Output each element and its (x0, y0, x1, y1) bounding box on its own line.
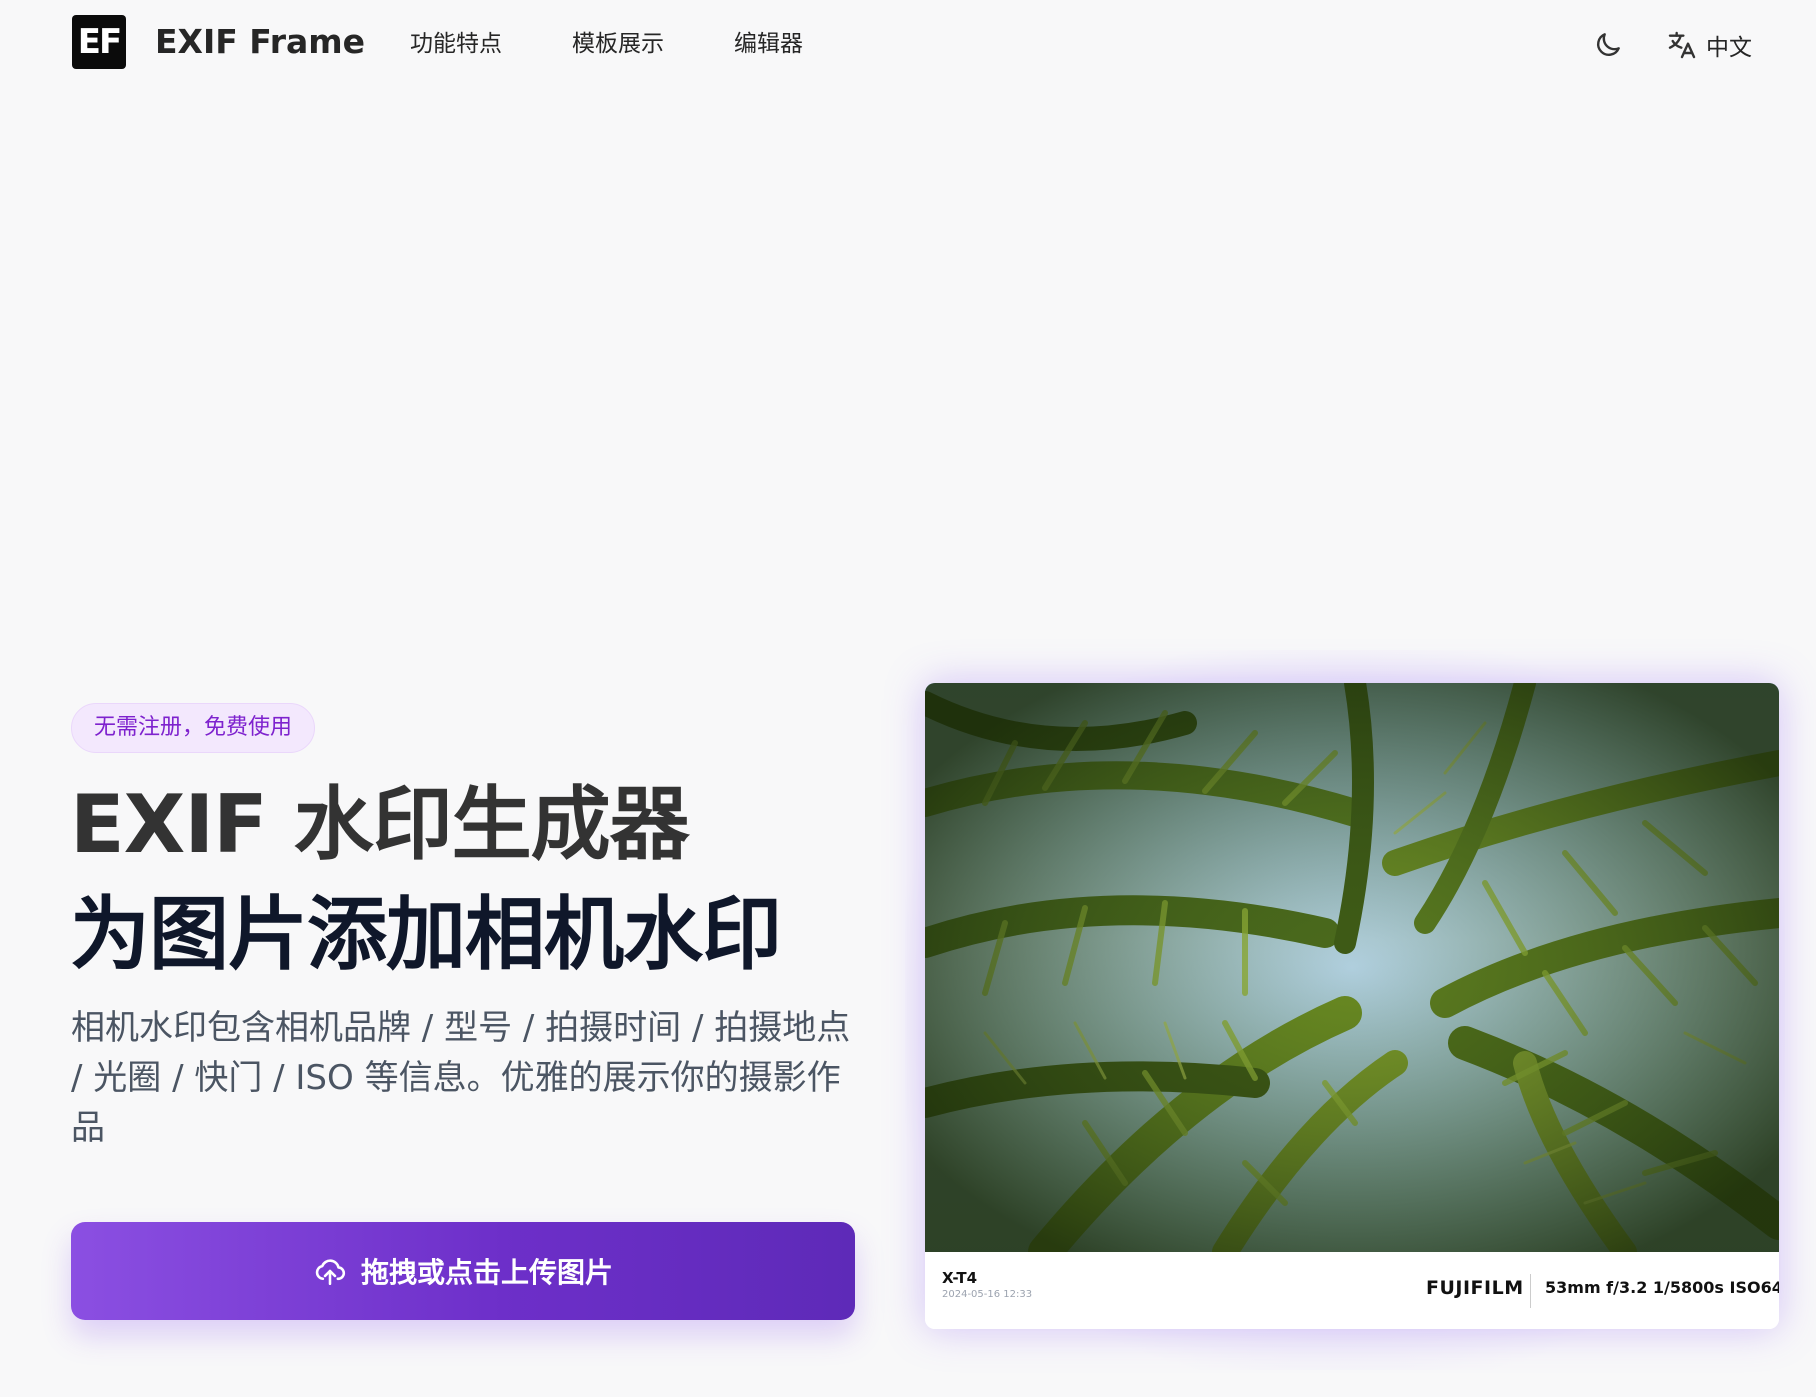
free-badge: 无需注册，免费使用 (71, 703, 316, 753)
hero-title: EXIF 水印生成器 为图片添加相机水印 (70, 770, 870, 990)
hero-title-line2: 为图片添加相机水印 (70, 888, 782, 981)
theme-toggle-button[interactable] (1588, 25, 1628, 65)
footer-divider (1530, 1274, 1531, 1308)
palm-photo-illustration (925, 683, 1779, 1252)
nav-item-features[interactable]: 功能特点 (410, 24, 502, 64)
language-switch[interactable]: 中文 (1666, 24, 1752, 66)
logo-mark[interactable]: EF (72, 15, 126, 69)
watermark-footer: X-T4 2024-05-16 12:33 FUJIFILM 53mm f/3.… (925, 1252, 1779, 1329)
upload-button[interactable]: 拖拽或点击上传图片 (71, 1222, 855, 1320)
main-nav: 功能特点 模板展示 编辑器 (410, 24, 873, 64)
translate-icon (1668, 31, 1696, 59)
site-header: EF EXIF Frame 功能特点 模板展示 编辑器 中文 (0, 0, 1816, 90)
exif-params: 53mm f/3.2 1/5800s ISO640 (1545, 1278, 1779, 1297)
camera-model: X-T4 (942, 1269, 978, 1287)
palm-leaves-photo (925, 683, 1779, 1252)
moon-icon (1597, 33, 1620, 56)
cloud-upload-icon (315, 1259, 346, 1286)
shot-date: 2024-05-16 12:33 (942, 1289, 1033, 1300)
hero-title-line1: EXIF 水印生成器 (70, 778, 690, 871)
brand-name[interactable]: EXIF Frame (155, 20, 365, 64)
upload-label: 拖拽或点击上传图片 (360, 1256, 613, 1289)
watermark-preview-card: X-T4 2024-05-16 12:33 FUJIFILM 53mm f/3.… (925, 683, 1779, 1329)
nav-item-editor[interactable]: 编辑器 (734, 24, 803, 64)
hero-description: 相机水印包含相机品牌 / 型号 / 拍摄时间 / 拍摄地点 / 光圈 / 快门 … (71, 1008, 851, 1148)
nav-item-templates[interactable]: 模板展示 (572, 24, 664, 64)
language-label: 中文 (1706, 35, 1752, 61)
camera-brand-logo: FUJIFILM (1426, 1277, 1524, 1299)
